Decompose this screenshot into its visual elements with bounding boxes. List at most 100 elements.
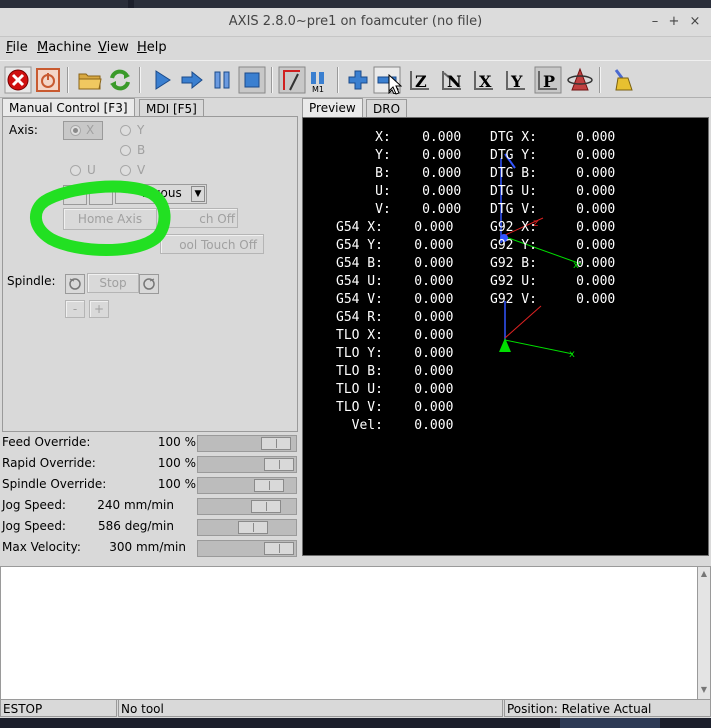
spindle-minus-button[interactable]: - [65,300,85,318]
desktop-strip [0,0,711,8]
maximize-button[interactable]: + [667,15,681,29]
jog-speed-slider[interactable] [197,498,297,515]
open-file-icon[interactable] [76,66,104,94]
toolbar-separator [139,67,141,93]
axis-v-label: V [137,163,146,177]
spindle-override-label: Spindle Override: [2,477,107,491]
menu-view[interactable]: View [98,40,129,55]
pause-icon[interactable] [208,66,236,94]
step-icon[interactable] [178,66,206,94]
close-button[interactable]: × [688,15,702,29]
dro-dtg-line: G92 U: 0.000 [490,274,616,289]
axis-label: Axis: [9,123,38,137]
dro-readout-line: Vel: 0.000 [336,418,454,433]
toolbar-separator [337,67,339,93]
dro-dtg-line: DTG V: 0.000 [490,202,616,217]
feed-override-value: 100 % [157,435,196,449]
dro-readout-line: TLO Y: 0.000 [336,346,454,361]
zoom-in-icon[interactable] [344,66,372,94]
axis-b-radio[interactable] [120,145,131,156]
dro-readout-line: B: 0.000 [336,166,462,181]
axis-u-radio[interactable] [70,165,81,176]
svg-text:Y: Y [510,72,523,91]
dro-readout-line: X: 0.000 [336,130,462,145]
machine-power-icon[interactable] [34,66,62,94]
spindle-ccw-icon[interactable] [65,274,85,294]
axis-x-radio[interactable] [70,125,81,136]
dro-readout-line: G54 R: 0.000 [336,310,454,325]
slider-thumb[interactable] [264,542,294,555]
tab-preview[interactable]: Preview [302,98,363,117]
status-tool: No tool [118,699,503,717]
tab-dro[interactable]: DRO [366,99,408,118]
taskbar-item[interactable] [560,718,660,728]
dro-readout-line: G54 X: 0.000 [336,220,454,235]
mouse-cursor-icon [388,74,402,95]
minimize-button[interactable]: – [648,15,662,29]
scroll-up-icon[interactable]: ▲ [699,569,709,579]
dro-dtg-line: G92 V: 0.000 [490,292,616,307]
max-velocity-value: 300 mm/min [109,540,186,554]
spindle-stop-button[interactable]: Stop [87,273,139,293]
estop-icon[interactable] [4,66,32,94]
highlight-marker [30,180,171,256]
jog-speed-label: Jog Speed: [2,498,66,512]
dro-dtg-line: DTG U: 0.000 [490,184,616,199]
status-estop: ESTOP [0,699,117,717]
view-z-icon[interactable]: Z [406,66,434,94]
view-z2-icon[interactable]: N [438,66,466,94]
menu-machine[interactable]: Machine [37,40,91,55]
window-title: AXIS 2.8.0~pre1 on foamcuter (no file) [228,14,483,29]
optional-stop-icon[interactable]: M1 [306,66,334,94]
max-velocity-slider[interactable] [197,540,297,557]
feed-override-label: Feed Override: [2,435,91,449]
spindle-cw-icon[interactable] [139,274,159,294]
angular-jog-speed-label: Jog Speed: [2,519,66,533]
preview-canvas[interactable]: x z x X: 0.000 Y: 0.000 B: 0.000 U: 0.00… [302,117,709,556]
rotate-view-icon[interactable] [566,66,594,94]
feed-override-slider[interactable] [197,435,297,452]
dro-dtg-line: DTG Y: 0.000 [490,148,616,163]
chevron-down-icon: ▼ [191,186,205,202]
dro-dtg-line: G92 Y: 0.000 [490,238,616,253]
spindle-label: Spindle: [7,274,56,288]
svg-text:x: x [569,349,575,360]
menu-file[interactable]: File [6,40,28,55]
gcode-text-area[interactable] [0,566,699,700]
slider-thumb[interactable] [251,500,281,513]
rapid-override-label: Rapid Override: [2,456,96,470]
spindle-plus-button[interactable]: + [89,300,109,318]
dro-readout-line: U: 0.000 [336,184,462,199]
axis-v-radio[interactable] [120,165,131,176]
axis-x-option[interactable]: X [63,121,103,140]
dro-readout-line: V: 0.000 [336,202,462,217]
angular-jog-speed-slider[interactable] [197,519,297,536]
dro-readout-line: TLO X: 0.000 [336,328,454,343]
title-bar: AXIS 2.8.0~pre1 on foamcuter (no file) –… [0,8,711,37]
slider-thumb[interactable] [264,458,294,471]
vertical-scrollbar[interactable]: ▲ ▼ [697,566,711,700]
slider-thumb[interactable] [254,479,284,492]
view-x-icon[interactable]: X [470,66,498,94]
view-y-icon[interactable]: Y [502,66,530,94]
taskbar [0,718,711,728]
scroll-down-icon[interactable]: ▼ [699,685,709,695]
axis-y-radio[interactable] [120,125,131,136]
slider-thumb[interactable] [238,521,268,534]
block-delete-icon[interactable] [278,66,306,94]
view-p-icon[interactable]: P [534,66,562,94]
rapid-override-value: 100 % [157,456,196,470]
axis-x-label: X [86,123,95,137]
tool-touch-off-button[interactable]: ool Touch Off [160,234,264,254]
clear-plot-icon[interactable] [608,66,636,94]
tab-manual-control[interactable]: Manual Control [F3] [2,98,135,117]
manual-control-panel: Axis: X Y B U V inuous ▼ Home Axis ch Of… [2,116,298,432]
stop-icon[interactable] [238,66,266,94]
slider-thumb[interactable] [261,437,291,450]
max-velocity-label: Max Velocity: [2,540,81,554]
rapid-override-slider[interactable] [197,456,297,473]
reload-icon[interactable] [106,66,134,94]
run-icon[interactable] [148,66,176,94]
spindle-override-slider[interactable] [197,477,297,494]
menu-help[interactable]: Help [137,40,167,55]
